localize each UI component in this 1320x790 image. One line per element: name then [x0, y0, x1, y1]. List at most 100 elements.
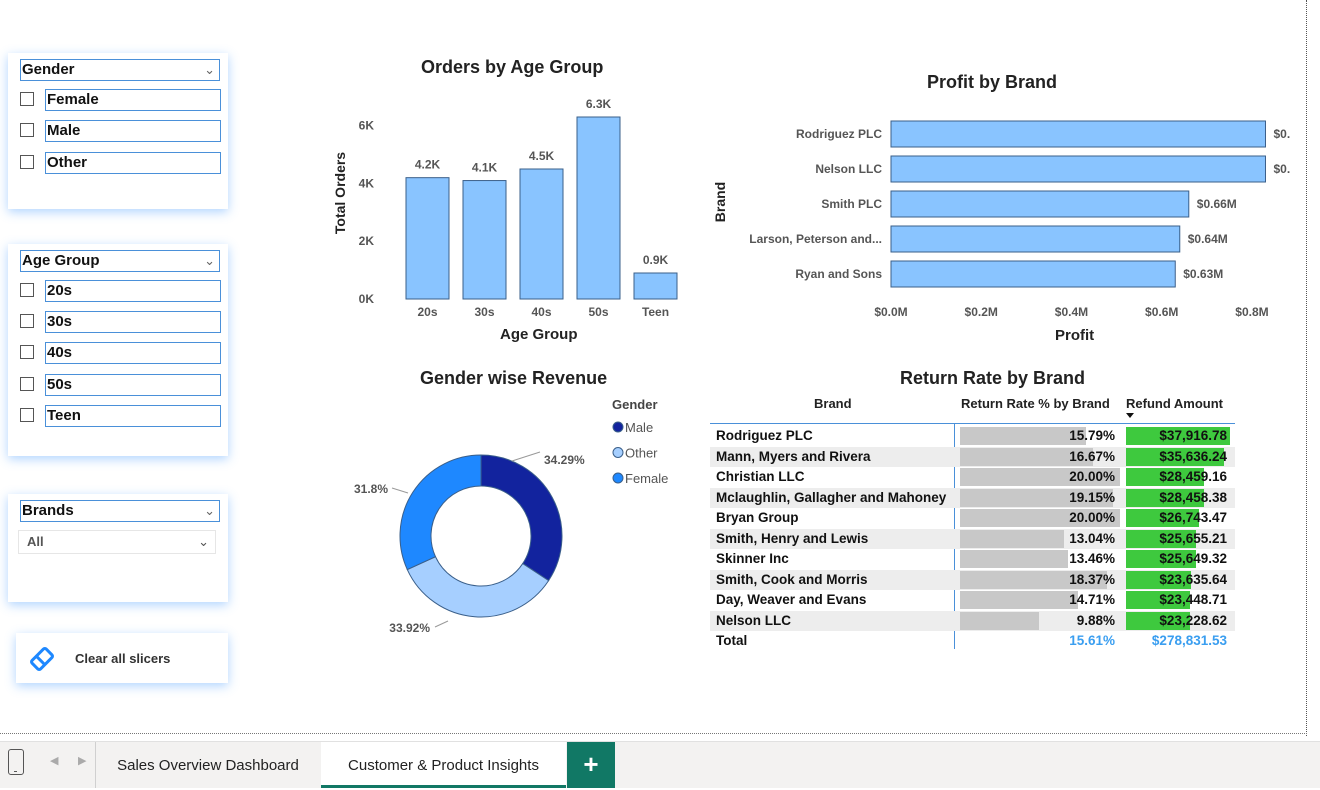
- option-label: Female: [45, 89, 221, 111]
- gender-option-male[interactable]: Male: [20, 120, 222, 142]
- table-row[interactable]: Mclaughlin, Gallagher and Mahoney 19.15% $…: [710, 487, 1235, 508]
- bar[interactable]: [890, 260, 1176, 288]
- bar[interactable]: [890, 155, 1266, 183]
- column-header-brand[interactable]: Brand: [814, 396, 852, 411]
- header-divider: [710, 423, 1235, 424]
- brands-dropdown[interactable]: All ⌄: [18, 530, 216, 554]
- option-label: Male: [45, 120, 221, 142]
- column-header-refund-amount[interactable]: Refund Amount: [1126, 396, 1223, 411]
- y-tick-label: Smith PLC: [821, 197, 882, 211]
- data-label: 34.29%: [544, 453, 585, 467]
- return-rate-cell: 18.37%: [1069, 571, 1115, 587]
- gender-option-female[interactable]: Female: [20, 89, 222, 111]
- y-tick-label: 0K: [359, 292, 375, 306]
- bar[interactable]: [890, 190, 1190, 218]
- x-tick-label: 40s: [531, 305, 551, 319]
- checkbox[interactable]: [20, 283, 34, 297]
- chevron-down-icon[interactable]: ⌄: [204, 60, 215, 80]
- clear-all-slicers-button[interactable]: Clear all slicers: [16, 633, 228, 683]
- x-tick-label: 20s: [417, 305, 437, 319]
- data-label: 4.1K: [472, 161, 498, 175]
- chevron-down-icon[interactable]: ⌄: [198, 531, 209, 553]
- add-page-button[interactable]: +: [567, 742, 615, 788]
- total-label: Total: [716, 633, 748, 648]
- checkbox[interactable]: [20, 345, 34, 359]
- age-option-30s[interactable]: 30s: [20, 311, 222, 333]
- return-rate-bar: [960, 529, 1065, 548]
- table-row[interactable]: Day, Weaver and Evans 14.71% $23,448.71: [710, 590, 1235, 610]
- refund-amount-cell: $28,459.16: [1159, 469, 1227, 484]
- y-tick-label: Rodriguez PLC: [796, 127, 882, 141]
- legend-label[interactable]: Female: [625, 471, 668, 486]
- brands-slicer-title: Brands: [22, 502, 74, 519]
- return-rate-cell: 9.88%: [1076, 612, 1115, 628]
- y-tick-label: 2K: [359, 234, 375, 248]
- return-rate-bar: [960, 611, 1040, 630]
- bar[interactable]: [405, 177, 450, 300]
- chevron-down-icon[interactable]: ⌄: [204, 251, 215, 271]
- bar[interactable]: [633, 272, 678, 300]
- column-header-return-rate[interactable]: Return Rate % by Brand: [961, 396, 1110, 411]
- bar[interactable]: [890, 225, 1181, 253]
- gender-wise-revenue-chart: 34.29% 33.92% 31.8% Gender Male Other Female: [354, 397, 668, 635]
- bar[interactable]: [462, 180, 507, 300]
- legend-label[interactable]: Male: [625, 420, 653, 435]
- table-row[interactable]: Mann, Myers and Rivera 16.67% $35,636.24: [710, 446, 1235, 467]
- table-row[interactable]: Skinner Inc 13.46% $25,649.32: [710, 549, 1235, 569]
- checkbox[interactable]: [20, 123, 34, 137]
- brand-cell: Bryan Group: [716, 510, 799, 525]
- checkbox[interactable]: [20, 377, 34, 391]
- refund-amount-cell: $26,743.47: [1159, 510, 1227, 525]
- bar[interactable]: [890, 120, 1266, 148]
- return-rate-cell: 20.00%: [1069, 469, 1115, 484]
- checkbox[interactable]: [20, 92, 34, 106]
- age-option-teen[interactable]: Teen: [20, 405, 222, 427]
- bar[interactable]: [519, 168, 564, 300]
- chevron-down-icon[interactable]: ⌄: [204, 501, 215, 521]
- phone-layout-icon[interactable]: [8, 749, 24, 775]
- brand-cell: Mclaughlin, Gallagher and Mahoney: [716, 489, 947, 505]
- orders-chart-ylabel: Total Orders: [332, 151, 348, 235]
- checkbox[interactable]: [20, 155, 34, 169]
- return-rate-cell: 16.67%: [1069, 448, 1115, 464]
- tab-customer-product-insights[interactable]: Customer & Product Insights: [321, 742, 566, 788]
- data-label: $0.83M: [1273, 162, 1290, 176]
- leader-line: [434, 620, 449, 628]
- brands-slicer-header[interactable]: Brands ⌄: [20, 500, 220, 522]
- refund-amount-cell: $23,448.71: [1159, 592, 1227, 607]
- leader-line: [391, 487, 409, 494]
- x-tick-label: $0.0M: [874, 305, 907, 319]
- gender-slicer-header[interactable]: Gender ⌄: [20, 59, 220, 81]
- checkbox[interactable]: [20, 314, 34, 328]
- refund-amount-cell: $35,636.24: [1159, 448, 1227, 464]
- table-body: Rodriguez PLC 15.79% $37,916.78 Mann, Myers…: [710, 426, 1235, 656]
- table-row[interactable]: Smith, Henry and Lewis 13.04% $25,655.21: [710, 528, 1235, 549]
- table-row[interactable]: Nelson LLC 9.88% $23,228.62: [710, 610, 1235, 631]
- x-tick-label: $0.4M: [1055, 305, 1088, 319]
- x-tick-label: $0.6M: [1145, 305, 1178, 319]
- legend-label[interactable]: Other: [625, 446, 658, 461]
- pie-slice[interactable]: [480, 454, 563, 582]
- age-option-50s[interactable]: 50s: [20, 374, 222, 396]
- checkbox[interactable]: [20, 408, 34, 422]
- x-tick-label: $0.2M: [965, 305, 998, 319]
- return-rate-bar: [960, 591, 1078, 609]
- age-group-slicer-header[interactable]: Age Group ⌄: [20, 250, 220, 272]
- table-row[interactable]: Christian LLC 20.00% $28,459.16: [710, 467, 1235, 487]
- table-row[interactable]: Smith, Cook and Morris 18.37% $23,635.64: [710, 569, 1235, 590]
- gender-slicer-title: Gender: [22, 61, 75, 78]
- gender-option-other[interactable]: Other: [20, 152, 222, 174]
- scroll-left-icon[interactable]: ◀: [50, 754, 58, 767]
- pie-slice[interactable]: [399, 454, 482, 571]
- x-tick-label: 50s: [588, 305, 608, 319]
- tab-sales-overview-dashboard[interactable]: Sales Overview Dashboard: [96, 742, 320, 788]
- table-row[interactable]: Bryan Group 20.00% $26,743.47: [710, 508, 1235, 528]
- data-label: 4.2K: [415, 158, 441, 172]
- bar[interactable]: [576, 116, 621, 300]
- total-refund-amount: $278,831.53: [1151, 633, 1227, 648]
- table-row[interactable]: Rodriguez PLC 15.79% $37,916.78: [710, 426, 1235, 446]
- scroll-right-icon[interactable]: ▶: [78, 754, 86, 767]
- age-option-40s[interactable]: 40s: [20, 342, 222, 364]
- age-option-20s[interactable]: 20s: [20, 280, 222, 302]
- return-rate-cell: 13.46%: [1069, 551, 1115, 566]
